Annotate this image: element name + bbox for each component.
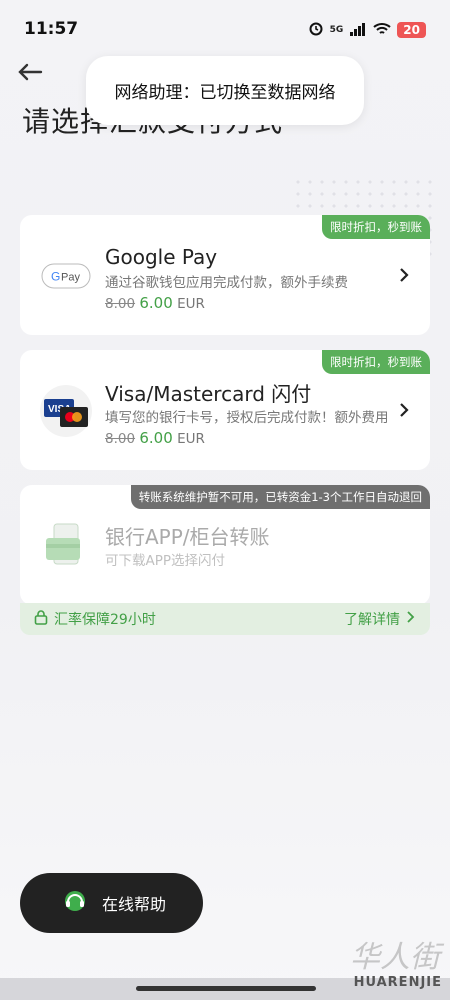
- back-arrow-icon[interactable]: [16, 58, 44, 86]
- signal-icon: [349, 21, 367, 40]
- method-description: 填写您的银行卡号，授权后完成付款！额外费用 8.00 6.00 EUR: [105, 408, 390, 449]
- chevron-right-icon[interactable]: [396, 267, 412, 283]
- chevron-right-icon[interactable]: [396, 402, 412, 418]
- chevron-right-icon[interactable]: [406, 611, 416, 627]
- discount-badge: 限时折扣，秒到账: [322, 350, 430, 374]
- payment-method-visa-mastercard[interactable]: 限时折扣，秒到账 VISA Visa/Mastercard 闪付 填写您的银行卡…: [20, 350, 430, 470]
- payment-method-google-pay[interactable]: 限时折扣，秒到账 G Pay Google Pay 通过谷歌钱包应用完成付款，额外…: [20, 215, 430, 335]
- watermark-logo: 华人街: [350, 940, 440, 975]
- learn-more-link[interactable]: 了解详情: [344, 609, 416, 629]
- old-fee: 8.00: [105, 296, 136, 312]
- visa-mastercard-icon: VISA: [40, 385, 92, 437]
- old-fee: 8.00: [105, 431, 136, 447]
- status-bar: 11:57 5G 20: [0, 0, 450, 60]
- method-title: 银行APP/柜台转账: [105, 525, 270, 549]
- svg-text:G: G: [51, 270, 60, 284]
- headset-icon: [62, 888, 88, 918]
- online-help-button[interactable]: 在线帮助: [20, 873, 203, 933]
- method-description: 通过谷歌钱包应用完成付款，额外手续费 8.00 6.00 EUR: [105, 273, 390, 314]
- maintenance-badge: 转账系统维护暂不可用，已转资金1-3个工作日自动退回: [130, 485, 430, 509]
- bank-transfer-icon: [40, 520, 92, 572]
- method-desc-text: 填写您的银行卡号，授权后完成付款！额外费用: [105, 410, 389, 426]
- battery-indicator: 20: [397, 22, 426, 38]
- discount-badge: 限时折扣，秒到账: [322, 215, 430, 239]
- status-time: 11:57: [24, 19, 79, 39]
- fee-currency: EUR: [177, 431, 205, 447]
- method-desc-text: 可下载APP选择闪付: [105, 553, 226, 569]
- method-title: Visa/Mastercard 闪付: [105, 382, 312, 406]
- fee-currency: EUR: [177, 296, 205, 312]
- method-title: Google Pay: [105, 245, 218, 269]
- watermark-text: HUARENJIE: [353, 975, 442, 990]
- gpay-logo-icon: G Pay: [40, 250, 92, 302]
- new-fee: 6.00: [139, 429, 173, 447]
- alarm-icon: [308, 20, 324, 40]
- payment-method-bank-transfer: 转账系统维护暂不可用，已转资金1-3个工作日自动退回 银行APP/柜台转账 可下…: [20, 485, 430, 605]
- home-indicator[interactable]: [136, 986, 316, 991]
- method-fee: 8.00 6.00 EUR: [105, 293, 390, 314]
- svg-text:Pay: Pay: [61, 272, 80, 284]
- new-fee: 6.00: [139, 294, 173, 312]
- lock-icon: [34, 609, 48, 629]
- network-toast: 网络助理：已切换至数据网络: [86, 56, 364, 125]
- network-label: 5G: [329, 25, 344, 35]
- online-help-label[interactable]: 在线帮助: [102, 891, 166, 915]
- rate-guarantee-text: 汇率保障29小时: [54, 612, 156, 628]
- rate-guarantee-bar: 汇率保障29小时 了解详情: [20, 603, 430, 635]
- wifi-icon: [373, 21, 391, 40]
- status-icons: 5G 20: [308, 20, 426, 40]
- learn-more-label[interactable]: 了解详情: [344, 609, 400, 629]
- method-desc-text: 通过谷歌钱包应用完成付款，额外手续费: [105, 275, 348, 291]
- rate-guarantee-left: 汇率保障29小时: [34, 609, 156, 629]
